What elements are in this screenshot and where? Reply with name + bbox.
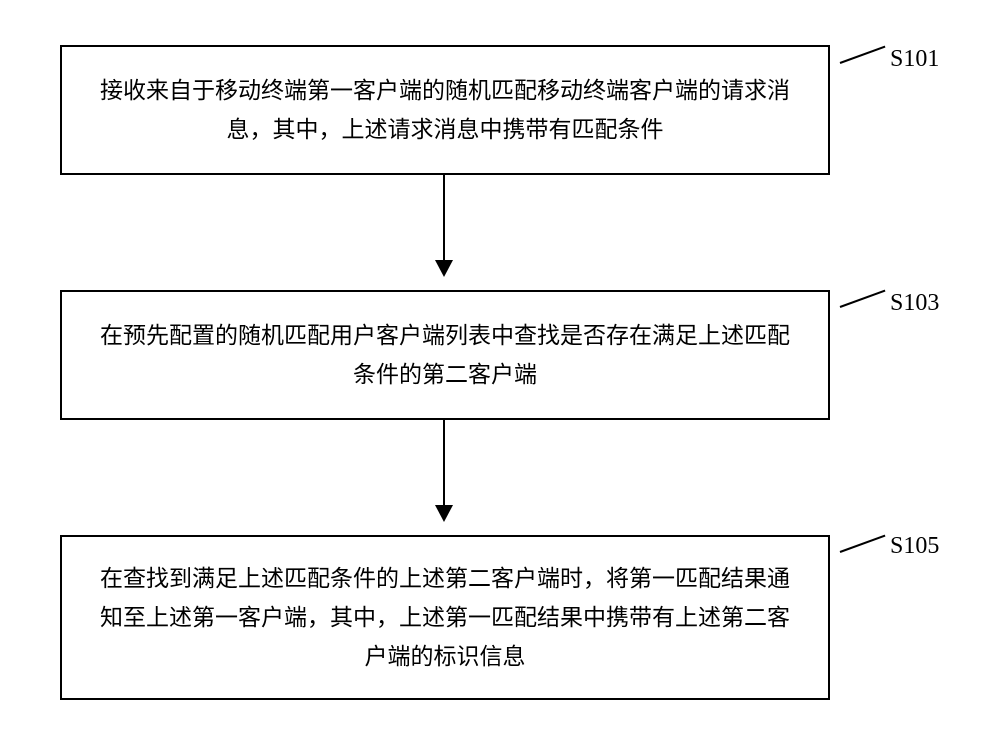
flowchart-diagram: 接收来自于移动终端第一客户端的随机匹配移动终端客户端的请求消息，其中，上述请求消… [0, 0, 1000, 738]
flow-step-box: 在查找到满足上述匹配条件的上述第二客户端时，将第一匹配结果通知至上述第一客户端，… [60, 535, 830, 700]
step-label: S105 [890, 533, 939, 560]
flow-step-text: 在预先配置的随机匹配用户客户端列表中查找是否存在满足上述匹配条件的第二客户端 [92, 316, 798, 394]
flow-step-text: 接收来自于移动终端第一客户端的随机匹配移动终端客户端的请求消息，其中，上述请求消… [92, 71, 798, 149]
step-label: S101 [890, 46, 939, 73]
label-connector [840, 535, 886, 553]
flow-arrow-down [443, 420, 445, 520]
flow-step-text: 在查找到满足上述匹配条件的上述第二客户端时，将第一匹配结果通知至上述第一客户端，… [92, 559, 798, 676]
flow-step-box: 在预先配置的随机匹配用户客户端列表中查找是否存在满足上述匹配条件的第二客户端 [60, 290, 830, 420]
label-connector [840, 46, 886, 64]
label-connector [840, 290, 886, 308]
step-label: S103 [890, 290, 939, 317]
flow-arrow-down [443, 175, 445, 275]
flow-step-box: 接收来自于移动终端第一客户端的随机匹配移动终端客户端的请求消息，其中，上述请求消… [60, 45, 830, 175]
